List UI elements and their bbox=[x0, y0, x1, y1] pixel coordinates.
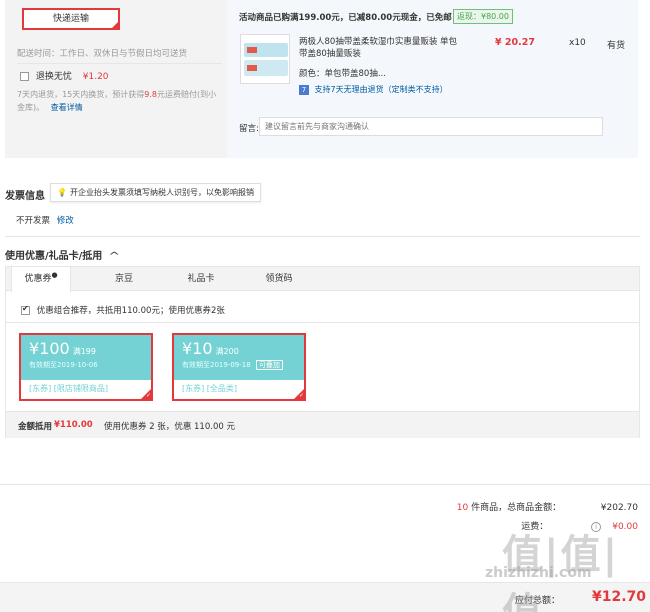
item-count-text: 件商品，总商品金额： bbox=[471, 503, 562, 513]
coupon-card[interactable]: ¥100 满199 有效期至2019-10-06 [东券] [限店铺限商品] bbox=[19, 333, 153, 401]
coupon-panel: 优惠券● 京豆 礼品卡 领货码 优惠组合推荐，共抵用110.00元；使用优惠券2… bbox=[5, 266, 640, 438]
coupon-section-title-text: 使用优惠/礼品卡/抵用 bbox=[5, 251, 103, 262]
return-details-link[interactable]: 查看详情 bbox=[51, 103, 83, 112]
return-desc-text: 7天内退货，15天内换货，预计获得 bbox=[17, 90, 145, 99]
product-stock: 有货 bbox=[607, 41, 626, 51]
shipping-panel: 快递运输 配送时间：工作日、双休日与节假日均可送货 退换无忧 ¥1.20 7天内… bbox=[5, 0, 227, 158]
dot-icon: ● bbox=[51, 271, 58, 279]
return-policy-text: 支持7天无理由退货（定制类不支持） bbox=[314, 85, 448, 94]
return-insurance-checkbox[interactable] bbox=[20, 72, 29, 81]
coupon-face: ¥100 满199 有效期至2019-10-06 bbox=[21, 335, 151, 380]
stackable-badge: 可叠加 bbox=[255, 360, 283, 370]
product-name[interactable]: 两极人80抽带盖柔软湿巾实惠量贩装 单包带盖80抽量贩装 bbox=[299, 36, 459, 60]
coupon-summary-desc: 使用优惠券 2 张，优惠 110.00 元 bbox=[104, 422, 235, 432]
seven-day-return-icon: 7 bbox=[299, 85, 309, 95]
invoice-tip-text: 开企业抬头发票须填写纳税人识别号，以免影响报销 bbox=[69, 188, 254, 197]
delivery-time: 配送时间：工作日、双休日与节假日均可送货 bbox=[17, 49, 188, 59]
return-insurance-row: 退换无忧 ¥1.20 bbox=[20, 69, 109, 82]
tab-coupons[interactable]: 优惠券● bbox=[11, 267, 71, 292]
tab-jingdou[interactable]: 京豆 bbox=[94, 267, 154, 291]
return-description: 7天内退货，15天内换货，预计获得9.8元运费赔付(到小金库)。 查看详情 bbox=[17, 88, 222, 114]
watermark-url: zhizhizhi.com bbox=[485, 565, 592, 581]
return-desc-highlight: 9.8 bbox=[144, 90, 158, 99]
coupon-tags: [东券] [全品类] bbox=[182, 384, 238, 393]
product-panel: 活动商品已购满199.00元，已减80.00元现金，已免邮 返现：¥80.00 … bbox=[227, 0, 638, 158]
coupon-tags: [东券] [限店铺限商品] bbox=[29, 384, 109, 393]
invoice-value: 不开发票 bbox=[16, 216, 51, 226]
coupon-card[interactable]: ¥10 满200 有效期至2019-09-18 可叠加 [东券] [全品类] bbox=[172, 333, 306, 401]
selected-check-icon bbox=[140, 388, 152, 400]
product-image[interactable] bbox=[240, 34, 290, 84]
message-input[interactable] bbox=[259, 117, 603, 136]
tab-coupons-label: 优惠券 bbox=[24, 274, 52, 284]
coupon-condition: 满199 bbox=[72, 347, 96, 356]
tab-redeem-code[interactable]: 领货码 bbox=[249, 267, 309, 291]
product-quantity: x10 bbox=[569, 38, 586, 48]
invoice-row: 不开发票 修改 bbox=[16, 214, 74, 226]
promo-text: 活动商品已购满199.00元，已减80.00元现金，已免邮 bbox=[239, 13, 452, 23]
invoice-title: 发票信息 bbox=[5, 191, 45, 202]
coupon-validity: 有效期至2019-09-18 bbox=[182, 361, 251, 369]
product-price: ¥ 20.27 bbox=[495, 37, 535, 48]
message-label: 留言: bbox=[239, 124, 259, 134]
selected-corner-icon bbox=[111, 21, 119, 29]
return-insurance-label: 退换无忧 bbox=[35, 72, 72, 82]
item-count: 10 bbox=[456, 503, 469, 513]
coupon-amount: ¥10 bbox=[182, 339, 213, 358]
return-insurance-price: ¥1.20 bbox=[82, 72, 109, 82]
combo-text: 优惠组合推荐，共抵用110.00元；使用优惠券2张 bbox=[36, 306, 225, 316]
cashback-badge: 返现：¥80.00 bbox=[453, 9, 513, 24]
coupon-summary-amount: ¥110.00 bbox=[54, 420, 93, 430]
coupon-amount: ¥100 bbox=[29, 339, 70, 358]
divider bbox=[17, 63, 222, 64]
express-shipping-button[interactable]: 快递运输 bbox=[22, 8, 120, 30]
express-shipping-label: 快递运输 bbox=[52, 14, 89, 24]
coupon-summary: 金额抵用 ¥110.00 使用优惠券 2 张，优惠 110.00 元 bbox=[6, 411, 639, 438]
invoice-tip: 💡 开企业抬头发票须填写纳税人识别号，以免影响报销 bbox=[50, 183, 261, 202]
coupon-condition: 满200 bbox=[215, 347, 239, 356]
coupon-face: ¥10 满200 有效期至2019-09-18 可叠加 bbox=[174, 335, 304, 380]
combo-recommendation: 优惠组合推荐，共抵用110.00元；使用优惠券2张 bbox=[21, 304, 225, 316]
tab-gift-card[interactable]: 礼品卡 bbox=[171, 267, 231, 291]
goods-total-row: 10 件商品，总商品金额： ¥202.70 bbox=[457, 500, 638, 513]
return-policy: 7 支持7天无理由退货（定制类不支持） bbox=[299, 84, 448, 95]
invoice-edit-link[interactable]: 修改 bbox=[57, 216, 74, 226]
product-color: 颜色：单包带盖80抽... bbox=[299, 69, 386, 79]
divider bbox=[5, 236, 640, 237]
divider bbox=[0, 484, 650, 485]
coupon-tabs: 优惠券● 京豆 礼品卡 领货码 bbox=[6, 267, 639, 292]
chevron-up-icon: ^ bbox=[108, 251, 120, 262]
coupon-validity-row: 有效期至2019-09-18 可叠加 bbox=[182, 360, 296, 370]
selected-check-icon bbox=[293, 388, 305, 400]
coupon-section-title[interactable]: 使用优惠/礼品卡/抵用 ^ bbox=[5, 247, 120, 262]
goods-total-amount: ¥202.70 bbox=[600, 503, 638, 513]
coupon-validity: 有效期至2019-10-06 bbox=[29, 361, 98, 369]
combo-checkbox[interactable] bbox=[21, 304, 30, 315]
coupon-summary-label: 金额抵用 bbox=[18, 422, 53, 432]
lightbulb-icon: 💡 bbox=[57, 188, 67, 197]
divider bbox=[6, 322, 639, 323]
